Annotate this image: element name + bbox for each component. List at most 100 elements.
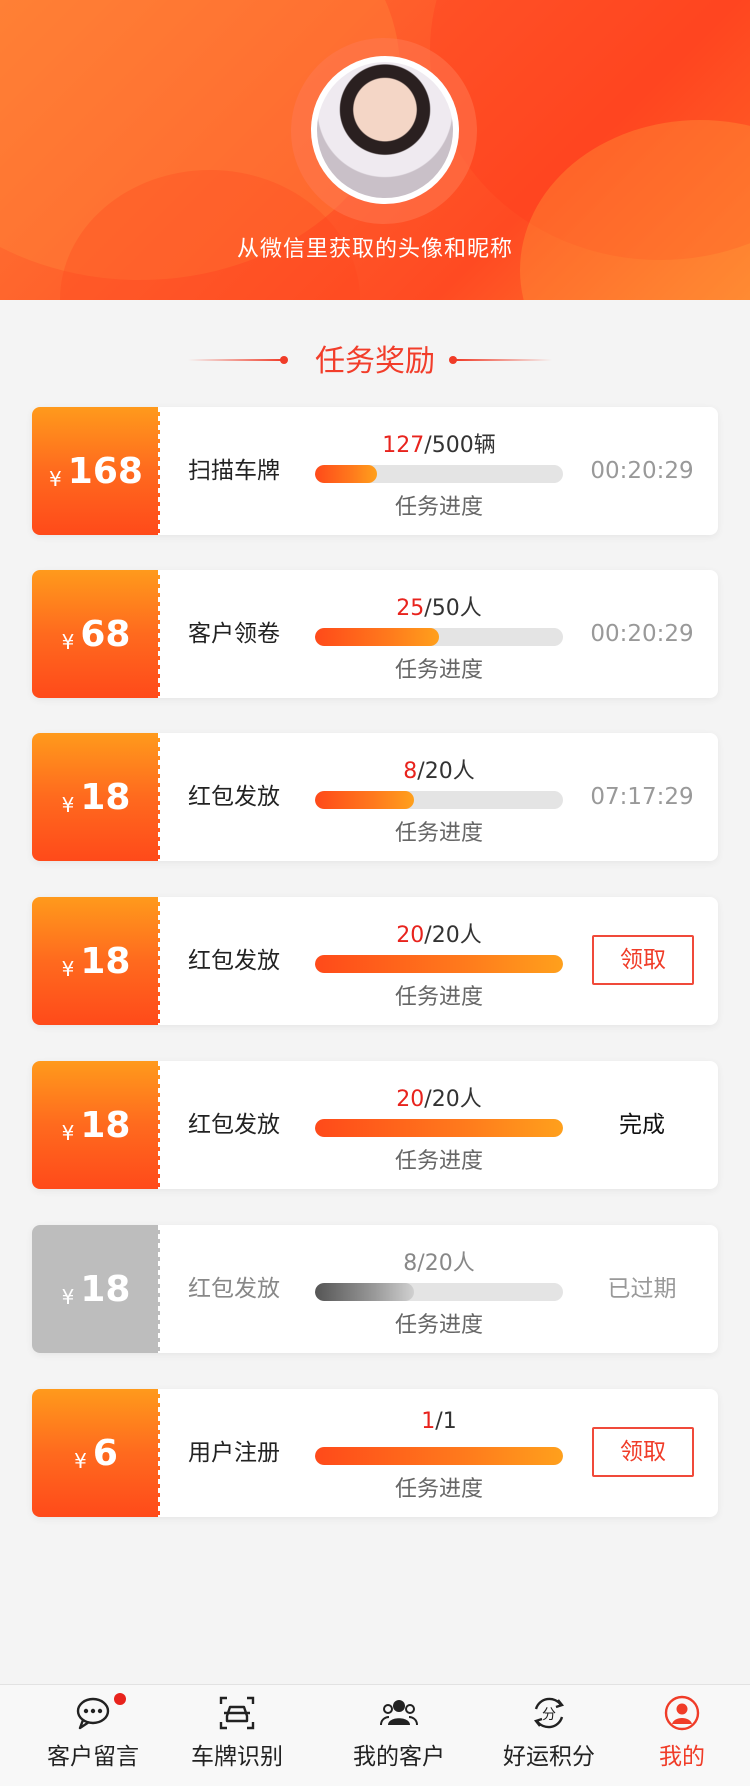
task-name: 用户注册 (188, 1440, 280, 1466)
reward-amount: 18 (80, 940, 131, 982)
progress-count: 1/1 (315, 1409, 563, 1434)
reward-amount: 68 (80, 613, 131, 655)
status-expired: 已过期 (607, 1276, 677, 1302)
progress-total: /1 (435, 1409, 457, 1434)
nav-item-mine[interactable]: 我的 (607, 1685, 750, 1786)
progress-bar (315, 1283, 563, 1301)
progress-total: /50人 (424, 596, 482, 621)
progress-label: 任务进度 (394, 1313, 483, 1338)
task-name: 红包发放 (188, 1112, 280, 1138)
progress-count: 8/20人 (315, 1245, 563, 1277)
progress-bar (315, 1447, 563, 1465)
currency-symbol: ¥ (61, 630, 75, 654)
progress-done: 8 (403, 759, 418, 784)
countdown-timer: 00:20:29 (590, 458, 694, 484)
progress-label: 任务进度 (394, 985, 483, 1010)
nav-label: 客户留言 (47, 1744, 139, 1770)
status-completed: 完成 (619, 1112, 665, 1138)
reward-amount: 6 (92, 1432, 118, 1474)
nav-item-plate-recognition[interactable]: 车牌识别 (162, 1685, 312, 1786)
progress-total: /20人 (417, 759, 475, 784)
progress-count: 20/20人 (315, 917, 563, 949)
currency-symbol: ¥ (61, 1285, 75, 1309)
reward-amount: 18 (80, 776, 131, 818)
nav-item-messages[interactable]: 客户留言 (18, 1685, 168, 1786)
progress-total: /20人 (424, 923, 482, 948)
claim-button[interactable]: 领取 (592, 1427, 694, 1477)
progress-total: /20人 (424, 1087, 482, 1112)
progress-done: 20 (396, 1087, 425, 1112)
progress-label: 任务进度 (394, 495, 483, 520)
reward-coupon: ¥ 18 (32, 897, 160, 1025)
reward-coupon: ¥ 68 (32, 570, 160, 698)
reward-coupon: ¥ 18 (32, 1225, 160, 1353)
currency-symbol: ¥ (61, 1121, 75, 1145)
task-name: 红包发放 (188, 1276, 280, 1302)
customers-icon (380, 1700, 418, 1726)
progress-fill (315, 465, 377, 483)
progress-done: 25 (396, 596, 425, 621)
progress-bar (315, 628, 563, 646)
nav-label: 我的客户 (353, 1744, 445, 1770)
nav-label: 车牌识别 (191, 1744, 283, 1770)
chat-bubble-icon (76, 1697, 110, 1730)
section-title: 任务奖励 (315, 344, 435, 379)
progress-total: /500辆 (424, 433, 496, 458)
progress-label: 任务进度 (394, 821, 483, 846)
progress-fill (315, 1447, 563, 1465)
avatar-photo (317, 62, 453, 198)
progress-done: 8 (403, 1251, 418, 1276)
svg-text:分: 分 (542, 1707, 556, 1723)
claim-button[interactable]: 领取 (592, 935, 694, 985)
progress-bar (315, 955, 563, 973)
reward-coupon: ¥ 18 (32, 1061, 160, 1189)
progress-fill (315, 628, 439, 646)
progress-count: 8/20人 (315, 753, 563, 785)
progress-fill (315, 1283, 415, 1301)
title-decoration-line (456, 359, 552, 361)
progress-label: 任务进度 (394, 1477, 483, 1502)
task-name: 红包发放 (188, 948, 280, 974)
profile-header: 从微信里获取的头像和昵称 (0, 0, 750, 300)
reward-amount: 168 (67, 450, 143, 492)
progress-label: 任务进度 (394, 1149, 483, 1174)
bottom-nav: 客户留言 车牌识别 我的客户 分 好运积分 我的 (0, 1684, 750, 1786)
progress-bar (315, 1119, 563, 1137)
avatar[interactable] (311, 56, 459, 204)
progress-done: 20 (396, 923, 425, 948)
progress-total: /20人 (417, 1251, 475, 1276)
task-card: ¥ 18 红包发放 8/20人 任务进度 07:17:29 (32, 733, 718, 861)
task-card: ¥ 68 客户领卷 25/50人 任务进度 00:20:29 (32, 570, 718, 698)
progress-label: 任务进度 (394, 658, 483, 683)
nav-label: 我的 (659, 1744, 705, 1770)
points-icon: 分 (533, 1697, 565, 1729)
reward-coupon: ¥ 18 (32, 733, 160, 861)
currency-symbol: ¥ (49, 467, 62, 491)
reward-coupon: ¥ 6 (32, 1389, 160, 1517)
progress-count: 25/50人 (315, 590, 563, 622)
task-card: ¥ 18 红包发放 20/20人 任务进度 完成 (32, 1061, 718, 1189)
nav-item-customers[interactable]: 我的客户 (324, 1685, 474, 1786)
progress-fill (315, 955, 563, 973)
currency-symbol: ¥ (61, 957, 75, 981)
nav-item-points[interactable]: 分 好运积分 (474, 1685, 624, 1786)
profile-icon (664, 1695, 700, 1731)
progress-bar (315, 791, 563, 809)
progress-fill (315, 791, 415, 809)
progress-done: 1 (421, 1409, 436, 1434)
task-name: 红包发放 (188, 784, 280, 810)
reward-amount: 18 (80, 1268, 131, 1310)
car-scan-icon (219, 1696, 255, 1730)
progress-count: 20/20人 (315, 1081, 563, 1113)
task-name: 扫描车牌 (188, 458, 280, 484)
countdown-timer: 00:20:29 (590, 621, 694, 647)
progress-count: 127/500辆 (315, 427, 563, 459)
task-card: ¥ 6 用户注册 1/1 任务进度 领取 (32, 1389, 718, 1517)
currency-symbol: ¥ (61, 793, 75, 817)
progress-done: 127 (382, 433, 425, 458)
task-card: ¥ 18 红包发放 8/20人 任务进度 已过期 (32, 1225, 718, 1353)
reward-coupon: ¥ 168 (32, 407, 160, 535)
reward-amount: 18 (80, 1104, 131, 1146)
progress-bar (315, 465, 563, 483)
task-name: 客户领卷 (188, 621, 280, 647)
